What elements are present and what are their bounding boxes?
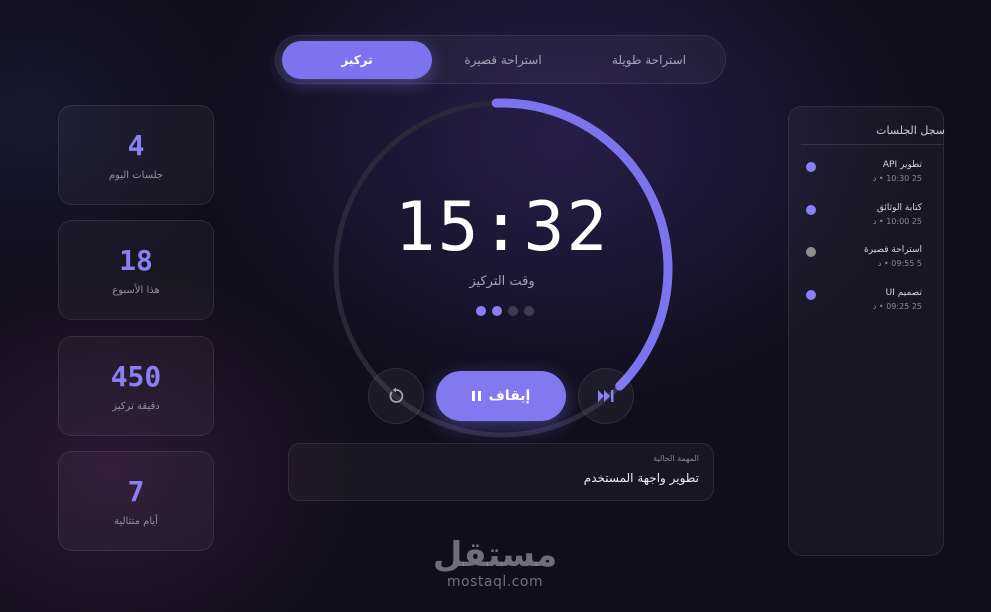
task-caption: المهمة الحالية (653, 454, 699, 463)
session-dots (476, 306, 536, 316)
task-name: تطوير واجهة المستخدم (583, 471, 699, 485)
current-task-card[interactable]: المهمة الحالية تطوير واجهة المستخدم (288, 443, 714, 501)
reset-button[interactable] (368, 368, 424, 424)
stat-value: 450 (110, 360, 162, 393)
divider (801, 144, 943, 145)
log-item-time: 5 09:55 • د (877, 259, 922, 268)
timer-label: وقت التركيز (469, 274, 535, 289)
pause-label: إيقاف (488, 388, 531, 404)
stat-label: أيام متتالية (114, 516, 158, 527)
stat-value: 7 (127, 475, 145, 508)
skip-button[interactable] (578, 368, 634, 424)
log-item-name: تطوير API (882, 160, 922, 170)
stat-card-today: 4 جلسات اليوم (58, 105, 214, 205)
tab-focus[interactable]: تركيز (282, 41, 432, 79)
stat-value: 4 (127, 129, 145, 162)
mostaql-watermark: مستقل mostaql.com (430, 538, 560, 590)
watermark-logo: مستقل (432, 535, 558, 575)
log-dot (806, 247, 816, 257)
log-dot (806, 290, 816, 300)
pause-button[interactable]: إيقاف (436, 371, 566, 421)
stat-label: جلسات اليوم (108, 170, 164, 181)
skip-forward-icon (598, 390, 614, 402)
stat-card-minutes: 450 دقيقة تركيز (58, 336, 214, 436)
session-log-title: سجل الجلسات (876, 124, 945, 137)
log-item-name: كتابة الوثائق (876, 203, 922, 213)
session-dot (492, 306, 502, 316)
session-dot (476, 306, 486, 316)
log-item-name: استراحة قصيرة (864, 245, 922, 255)
log-item-time: 25 10:30 • د (872, 174, 922, 183)
reset-icon (389, 387, 404, 403)
watermark-url: mostaql.com (446, 574, 544, 590)
mode-tabs: تركيز استراحة قصيرة استراحة طويلة (275, 35, 726, 84)
stat-label: هذا الأسبوع (112, 285, 160, 296)
log-dot (806, 162, 816, 172)
session-dot (524, 306, 534, 316)
tab-long-break[interactable]: استراحة طويلة (574, 41, 724, 79)
stat-card-week: 18 هذا الأسبوع (58, 220, 214, 320)
tab-short-break[interactable]: استراحة قصيرة (428, 41, 578, 79)
log-dot (806, 205, 816, 215)
session-dot (508, 306, 518, 316)
stat-value: 18 (119, 244, 153, 277)
log-item-time: 25 10:00 • د (872, 217, 922, 226)
log-item-name: تصميم UI (885, 288, 922, 298)
stat-card-streak: 7 أيام متتالية (58, 451, 214, 551)
log-item-time: 25 09:25 • د (872, 302, 922, 311)
pause-icon (471, 391, 481, 401)
timer-display: 15:32 (394, 188, 610, 267)
stat-label: دقيقة تركيز (112, 401, 160, 412)
